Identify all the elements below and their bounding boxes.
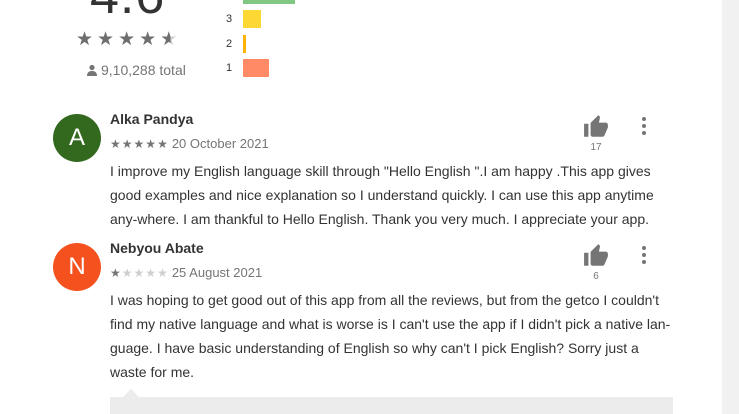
developer-reply-box <box>110 397 673 414</box>
reply-notch <box>123 389 139 397</box>
rating-bar-1 <box>243 59 269 77</box>
rating-label: 1 <box>226 62 233 74</box>
more-options-icon[interactable] <box>639 115 649 135</box>
review-author: Alka Pandya <box>110 111 194 127</box>
rating-label: 3 <box>226 13 233 25</box>
page-background <box>722 0 739 414</box>
star-icon: ★ <box>157 136 169 151</box>
star-icon: ★ <box>121 136 134 151</box>
summary-star-icon: ★ <box>139 29 161 50</box>
star-icon: ★ <box>157 265 169 280</box>
review-author: Nebyou Abate <box>110 240 204 256</box>
rating-bar-top <box>243 0 295 4</box>
total-ratings: 9,10,288 total <box>86 62 186 78</box>
summary-star-icon: ★ <box>118 29 140 50</box>
summary-star-icon: ★ <box>76 29 98 50</box>
review-text: I improve my English language skill thro… <box>110 163 654 227</box>
review-stars: ★★★★★ <box>110 266 169 280</box>
likes-count: 17 <box>590 142 602 153</box>
thumbs-up-icon[interactable] <box>583 243 609 269</box>
more-options-icon[interactable] <box>639 244 649 264</box>
avatar-letter: A <box>68 124 85 151</box>
review-date: 20 October 2021 <box>171 136 269 151</box>
rating-bar-2 <box>243 35 246 53</box>
summary-stars: ★★★★★ <box>76 28 181 51</box>
star-icon: ★ <box>110 136 122 151</box>
star-icon: ★ <box>145 136 158 151</box>
star-icon: ★ <box>110 265 122 280</box>
total-ratings-text: 9,10,288 total <box>101 62 186 78</box>
average-rating: 4.6 <box>90 0 165 26</box>
avatar-letter: N <box>68 253 86 280</box>
rating-row-2: 2 <box>226 34 246 54</box>
star-icon: ★ <box>121 265 134 280</box>
star-icon: ★ <box>133 136 146 151</box>
summary-half-star-icon: ★ <box>160 29 182 50</box>
person-icon <box>87 64 97 76</box>
star-icon: ★ <box>133 265 146 280</box>
review-text: I was hoping to get good out of this app… <box>110 292 671 380</box>
avatar: A <box>53 114 101 162</box>
review-date: 25 August 2021 <box>171 265 263 280</box>
reviews-card: 4.6 ★★★★★ 9,10,288 total 3 2 1 A Alka Pa… <box>0 0 722 414</box>
thumbs-up-icon[interactable] <box>583 114 609 140</box>
star-icon: ★ <box>145 265 158 280</box>
rating-label: 2 <box>226 38 233 50</box>
review-meta: ★★★★★ 25 August 2021 <box>110 265 262 280</box>
avatar: N <box>53 243 101 291</box>
rating-bar-3 <box>243 10 261 28</box>
summary-star-icon: ★ <box>97 29 119 50</box>
review-stars: ★★★★★ <box>110 137 169 151</box>
review-meta: ★★★★★ 20 October 2021 <box>110 136 269 151</box>
rating-row-3: 3 <box>226 9 261 29</box>
likes-count: 6 <box>593 271 599 282</box>
rating-row-1: 1 <box>226 58 269 78</box>
